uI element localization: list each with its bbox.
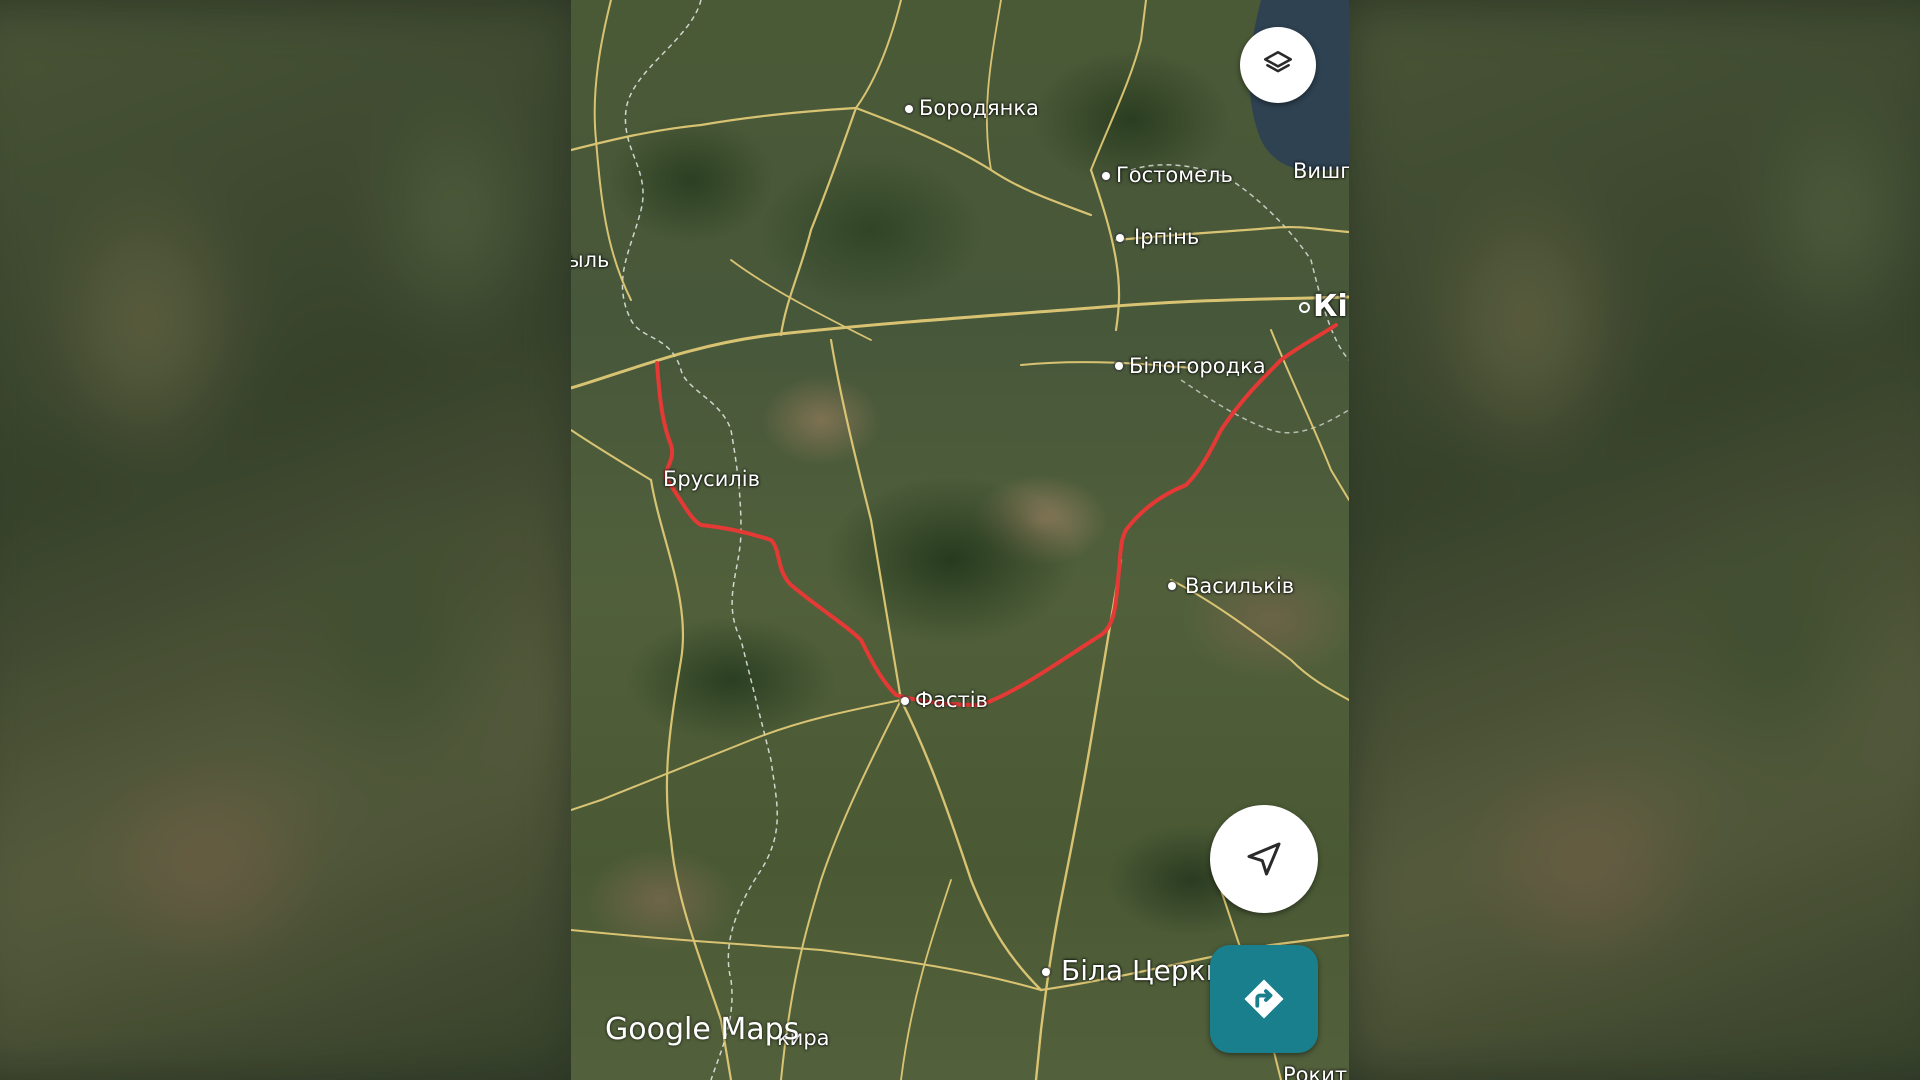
administrative-boundary (621, 0, 778, 1080)
road-hostomel-north (1090, 0, 1147, 171)
satellite-map[interactable]: Бородянка Гостомель Вишг Ірпінь Кі ыль Б… (571, 0, 1349, 1080)
road-network (571, 0, 1349, 1080)
place-label-fastiv[interactable]: Фастів (915, 690, 988, 711)
place-dot-bila-tserkva (1042, 968, 1050, 976)
place-label-borodianka[interactable]: Бородянка (919, 98, 1039, 119)
place-label-irpin[interactable]: Ірпінь (1134, 227, 1199, 248)
map-overlay (571, 0, 1349, 1080)
road-south-mid (900, 879, 952, 1080)
backdrop-shade-left (0, 0, 571, 1080)
place-label-kyiv[interactable]: Кі (1313, 292, 1348, 322)
place-dot-borodianka (905, 105, 913, 113)
start-navigation-button[interactable] (1210, 805, 1318, 913)
road-north-east (985, 0, 1002, 171)
screenshot-stage: Бородянка Гостомель Вишг Ірпінь Кі ыль Б… (0, 0, 1920, 1080)
place-label-vyshhorod[interactable]: Вишг (1293, 161, 1349, 182)
place-dot-bilohorodka (1115, 362, 1123, 370)
route-line (655, 323, 1338, 707)
place-label-bilohorodka[interactable]: Білогородка (1129, 356, 1266, 377)
road-vasylkiv-east (1170, 579, 1349, 701)
road-bila-tserkva-west (571, 929, 1042, 991)
google-maps-watermark: Google Maps (605, 1012, 800, 1047)
road-borodianka-west (571, 106, 858, 152)
place-label-west-edge[interactable]: ыль (571, 250, 609, 271)
administrative-boundary-east (1130, 164, 1349, 361)
road-borodianka-east (854, 106, 1093, 217)
directions-turn-icon (1244, 979, 1284, 1019)
place-dot-vasylkiv (1168, 582, 1176, 590)
place-label-hostomel[interactable]: Гостомель (1116, 165, 1233, 186)
road-east-upper (1270, 329, 1349, 501)
place-label-bila-tserkva[interactable]: Біла Церкв (1061, 957, 1222, 985)
road-brusyliv-south (649, 478, 733, 1080)
layers-icon (1263, 50, 1293, 73)
layers-button[interactable] (1240, 27, 1316, 103)
place-dot-fastiv (901, 697, 909, 705)
road-fastiv-west (571, 699, 902, 811)
backdrop-shade-right (1349, 0, 1920, 1080)
road-north-mid (855, 0, 902, 109)
place-label-vasylkiv[interactable]: Васильків (1185, 576, 1294, 597)
administrative-boundary-south-east (1180, 379, 1349, 434)
place-dot-irpin (1116, 234, 1124, 242)
road-brusyliv-west (571, 429, 652, 481)
place-label-brusyliv[interactable]: Брусилів (663, 469, 760, 490)
road-fastiv-bila-tserkva (899, 698, 1043, 992)
road-borodianka-south (779, 106, 858, 337)
place-dot-hostomel (1102, 172, 1110, 180)
directions-button[interactable] (1210, 945, 1318, 1053)
navigation-arrow-icon (1247, 842, 1281, 876)
place-label-rokytne[interactable]: Рокит (1283, 1065, 1347, 1080)
road-vasylkiv-bila-tserkva (1034, 558, 1123, 1080)
place-dot-kyiv (1299, 302, 1310, 313)
